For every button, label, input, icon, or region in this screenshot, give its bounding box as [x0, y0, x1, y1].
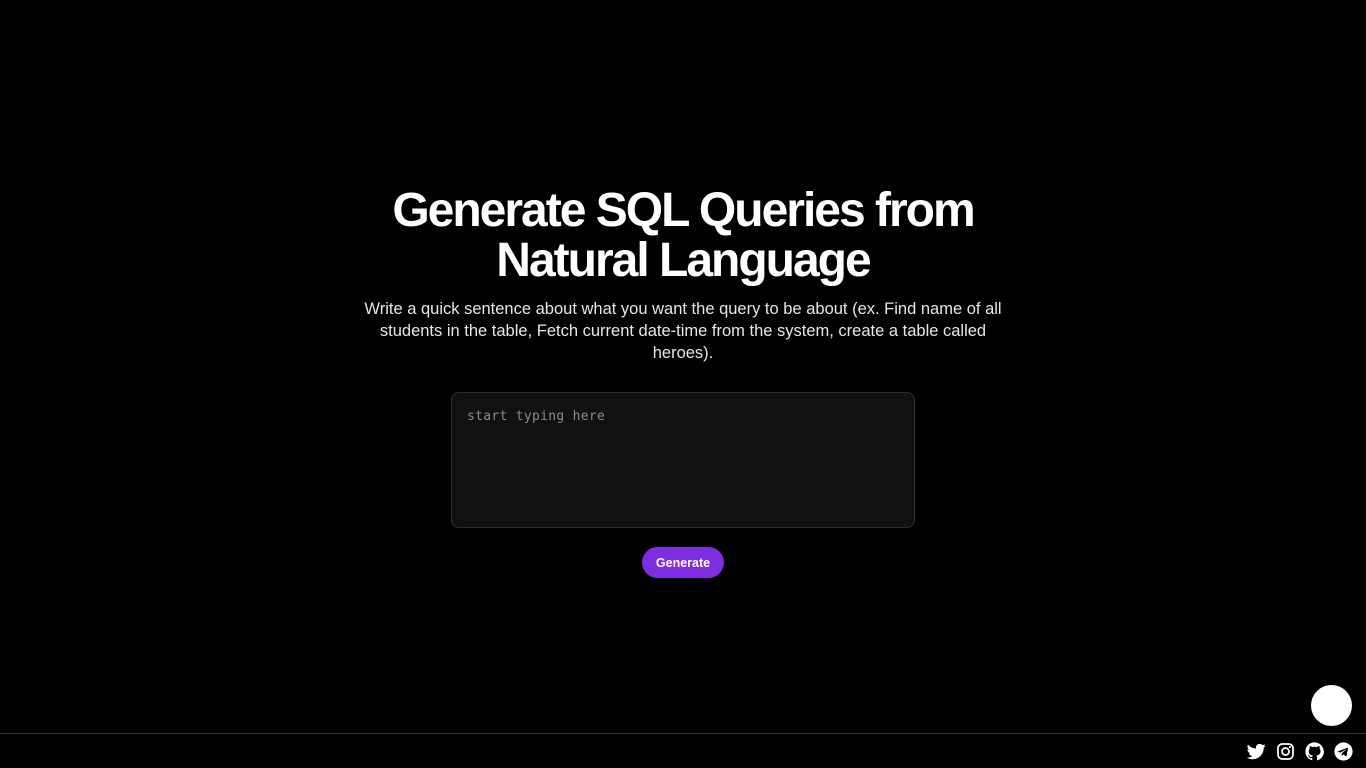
- instagram-icon: [1277, 743, 1294, 760]
- twitter-link[interactable]: [1247, 742, 1266, 761]
- github-link[interactable]: [1305, 742, 1324, 761]
- instagram-link[interactable]: [1276, 742, 1295, 761]
- footer: [0, 733, 1366, 768]
- query-input[interactable]: [451, 392, 915, 528]
- chat-widget-button[interactable]: [1311, 685, 1352, 726]
- social-links: [1247, 742, 1353, 761]
- page-subtitle: Write a quick sentence about what you wa…: [364, 300, 1002, 362]
- telegram-icon: [1334, 742, 1353, 761]
- page: Generate SQL Queries from Natural Langua…: [0, 0, 1366, 768]
- hero-section: Generate SQL Queries from Natural Langua…: [0, 186, 1366, 578]
- twitter-icon: [1247, 743, 1266, 760]
- github-icon: [1305, 742, 1324, 761]
- page-title: Generate SQL Queries from Natural Langua…: [392, 184, 975, 287]
- telegram-link[interactable]: [1334, 742, 1353, 761]
- generate-button[interactable]: Generate: [641, 547, 725, 578]
